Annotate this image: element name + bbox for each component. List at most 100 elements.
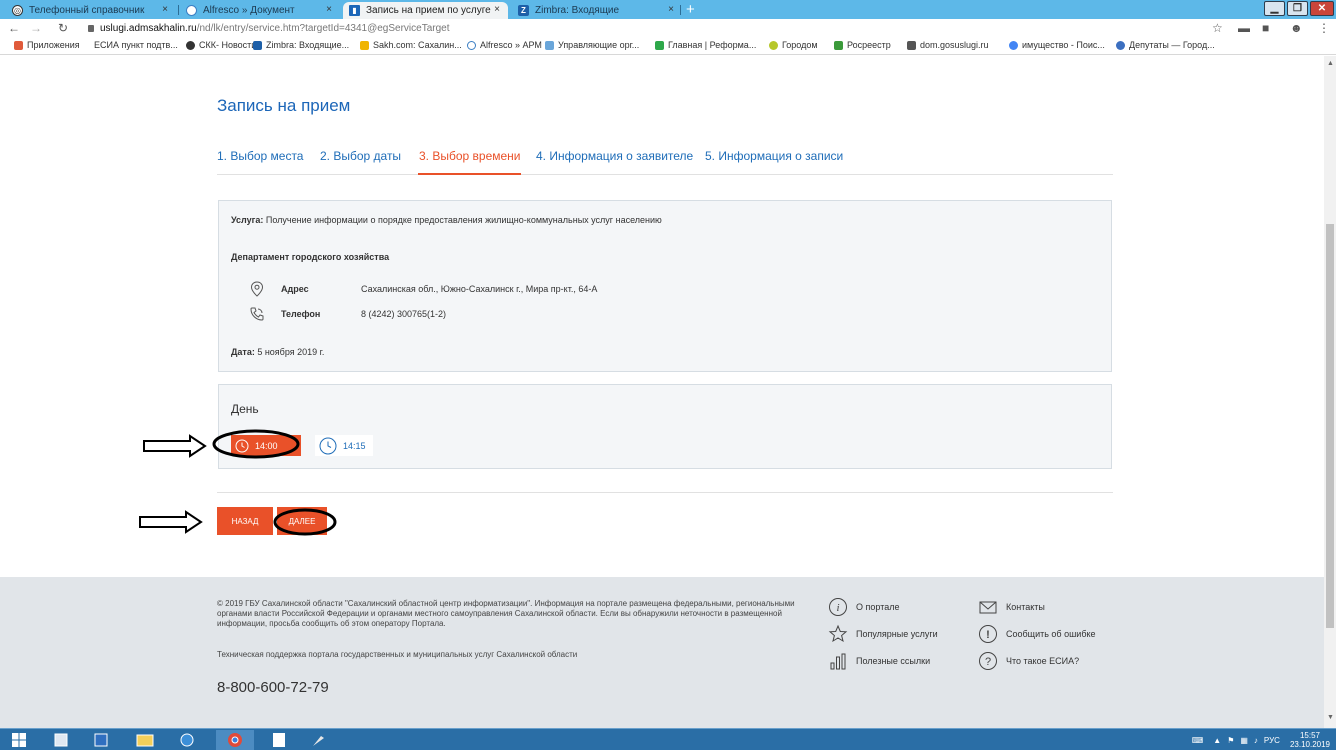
exclamation-icon: ! bbox=[978, 624, 998, 644]
network-icon[interactable]: ▦ bbox=[1240, 736, 1248, 745]
globe-icon bbox=[186, 40, 195, 50]
system-tray: ⌨ ▲ ⚑ ▦ ♪ РУС 15:57 23.10.2019 bbox=[1192, 731, 1330, 749]
bookmark-property-search[interactable]: имущество - Поис... bbox=[1009, 40, 1105, 50]
volume-icon[interactable]: ♪ bbox=[1254, 736, 1258, 745]
footer-link-about[interactable]: i О портале bbox=[828, 597, 899, 617]
envelope-icon bbox=[978, 597, 998, 617]
footer-link-popular[interactable]: Популярные услуги bbox=[828, 624, 938, 644]
reload-icon[interactable]: ↻ bbox=[58, 19, 68, 38]
bookmark-alfresco-arm[interactable]: Alfresco » АРМ bbox=[467, 40, 542, 50]
footer-link-esia[interactable]: ? Что такое ЕСИА? bbox=[978, 651, 1079, 671]
maximize-button[interactable]: ❐ bbox=[1287, 1, 1308, 16]
tab-close-icon[interactable]: × bbox=[668, 4, 674, 15]
footer-link-report-error[interactable]: ! Сообщить об ошибке bbox=[978, 624, 1096, 644]
tab-appointment[interactable]: ▮ Запись на прием по услуге × bbox=[343, 2, 508, 19]
bookmark-star-icon[interactable]: ☆ bbox=[1212, 21, 1223, 36]
alfresco-icon bbox=[186, 5, 197, 16]
svg-text:?: ? bbox=[985, 656, 991, 668]
footer-link-useful[interactable]: Полезные ссылки bbox=[828, 651, 930, 671]
tab-title: Телефонный справочник bbox=[29, 5, 145, 16]
grid-icon bbox=[655, 40, 664, 50]
arrow-annotation-icon bbox=[139, 510, 203, 534]
bookmark-apps[interactable]: Приложения bbox=[14, 40, 80, 50]
info-icon: i bbox=[828, 597, 848, 617]
building-icon bbox=[907, 40, 916, 50]
bookmark-gorodom[interactable]: Городом bbox=[769, 40, 818, 50]
scroll-down-icon[interactable]: ▼ bbox=[1327, 714, 1334, 721]
footer: © 2019 ГБУ Сахалинской области "Сахалинс… bbox=[0, 577, 1324, 728]
annotation-overlay bbox=[139, 429, 337, 536]
language-indicator[interactable]: РУС bbox=[1264, 736, 1280, 745]
lock-icon bbox=[88, 25, 94, 32]
taskbar-document-icon[interactable] bbox=[262, 730, 296, 750]
deputies-icon bbox=[1116, 40, 1125, 50]
apps-grid-icon bbox=[14, 40, 23, 50]
circle-annotation-icon bbox=[273, 508, 337, 536]
circle-annotation-icon bbox=[212, 429, 300, 459]
clock-time: 15:57 bbox=[1299, 731, 1320, 740]
footer-copyright: © 2019 ГБУ Сахалинской области "Сахалинс… bbox=[217, 599, 795, 628]
bookmark-management[interactable]: Управляющие орг... bbox=[545, 40, 639, 50]
bookmark-skk-news[interactable]: СКК- Новости bbox=[186, 40, 256, 50]
tab-title: Zimbra: Входящие bbox=[535, 5, 620, 16]
taskbar-explorer-folder-icon[interactable] bbox=[130, 730, 160, 750]
start-windows-icon[interactable] bbox=[4, 730, 34, 750]
bookmark-dom-gosuslugi[interactable]: dom.gosuslugi.ru bbox=[907, 40, 989, 50]
profile-icon[interactable]: ☻ bbox=[1290, 21, 1303, 36]
footer-support: Техническая поддержка портала государств… bbox=[217, 650, 578, 659]
google-icon bbox=[1009, 40, 1018, 50]
tab-phone-directory[interactable]: ◎ Телефонный справочник × bbox=[6, 2, 176, 19]
bookmark-esia[interactable]: ЕСИА пункт подтв... bbox=[94, 40, 178, 50]
zimbra-icon bbox=[253, 40, 262, 50]
tab-close-icon[interactable]: × bbox=[162, 4, 168, 15]
minimize-button[interactable]: ▁ bbox=[1264, 1, 1285, 16]
bookmark-zimbra[interactable]: Zimbra: Входящие... bbox=[253, 40, 349, 50]
bar-chart-icon bbox=[828, 651, 848, 671]
footer-link-contacts[interactable]: Контакты bbox=[978, 597, 1045, 617]
taskbar-ie-icon[interactable] bbox=[172, 730, 202, 750]
windows-taskbar: ⌨ ▲ ⚑ ▦ ♪ РУС 15:57 23.10.2019 bbox=[0, 728, 1336, 750]
bookmark-sakhcom[interactable]: Sakh.com: Сахалин... bbox=[360, 40, 462, 50]
bookmark-reforma[interactable]: Главная | Реформа... bbox=[655, 40, 756, 50]
sakhcom-icon bbox=[360, 40, 369, 50]
url-field[interactable]: uslugi.admsakhalin.ru /nd/lk/entry/servi… bbox=[88, 21, 450, 36]
close-window-button[interactable]: ✕ bbox=[1310, 1, 1334, 16]
scrollbar-thumb[interactable] bbox=[1326, 224, 1334, 628]
browser-tab-strip: ◎ Телефонный справочник × Alfresco » Док… bbox=[0, 0, 1336, 19]
step-time[interactable]: 3. Выбор времени bbox=[418, 149, 521, 175]
tab-close-icon[interactable]: × bbox=[494, 4, 500, 15]
step-applicant-info[interactable]: 4. Информация о заявителе bbox=[536, 149, 693, 163]
flag-icon[interactable]: ⚑ bbox=[1227, 736, 1234, 745]
bookmark-rosreestr[interactable]: Росреестр bbox=[834, 40, 891, 50]
bookmarks-bar: Приложения ЕСИА пункт подтв... СКК- Ново… bbox=[0, 38, 1336, 55]
taskbar-chrome-icon[interactable] bbox=[216, 730, 254, 750]
extension-icon[interactable]: ▬ bbox=[1238, 21, 1250, 36]
bookmark-deputies[interactable]: Депутаты — Город... bbox=[1116, 40, 1215, 50]
back-arrow-icon[interactable]: ← bbox=[8, 19, 20, 38]
page-content: Запись на прием 1. Выбор места 2. Выбор … bbox=[0, 56, 1324, 728]
scroll-up-icon[interactable]: ▲ bbox=[1327, 60, 1334, 67]
tab-close-icon[interactable]: × bbox=[326, 4, 332, 15]
tray-expand-icon[interactable]: ▲ bbox=[1213, 736, 1221, 745]
keyboard-icon[interactable]: ⌨ bbox=[1192, 736, 1204, 745]
tab-title: Alfresco » Документ bbox=[203, 5, 295, 16]
zimbra-icon: Z bbox=[518, 5, 529, 16]
taskbar-app-icon[interactable] bbox=[46, 730, 76, 750]
tab-zimbra-inbox[interactable]: Z Zimbra: Входящие × bbox=[512, 2, 682, 19]
forward-arrow-icon[interactable]: → bbox=[30, 19, 42, 38]
taskbar-outlook-icon[interactable] bbox=[86, 730, 116, 750]
rosreestr-icon bbox=[834, 40, 843, 50]
compass-icon: ◎ bbox=[12, 5, 23, 16]
tab-alfresco-document[interactable]: Alfresco » Документ × bbox=[180, 2, 340, 19]
page-scrollbar[interactable]: ▲ ▼ bbox=[1324, 56, 1336, 728]
address-toolbar: ← → ↻ uslugi.admsakhalin.ru /nd/lk/entry… bbox=[0, 19, 1336, 38]
svg-text:i: i bbox=[836, 602, 839, 614]
extension-mail-icon[interactable]: ■ bbox=[1262, 21, 1269, 36]
menu-dots-icon[interactable]: ⋮ bbox=[1318, 21, 1330, 36]
step-record-info[interactable]: 5. Информация о записи bbox=[705, 149, 843, 163]
taskbar-paint-icon[interactable] bbox=[302, 730, 336, 750]
question-icon: ? bbox=[978, 651, 998, 671]
new-tab-button[interactable]: + bbox=[686, 0, 695, 19]
star-icon bbox=[828, 624, 848, 644]
clock[interactable]: 15:57 23.10.2019 bbox=[1290, 731, 1330, 749]
